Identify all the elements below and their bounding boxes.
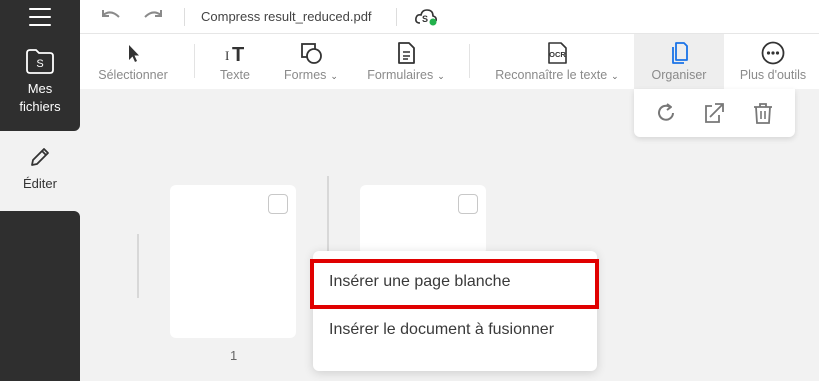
menu-item-insert-merge-document[interactable]: Insérer le document à fusionner xyxy=(329,321,554,339)
svg-text:OCR: OCR xyxy=(549,50,566,59)
tool-text[interactable]: I T Texte xyxy=(206,34,264,89)
tool-more-label: Plus d'outils xyxy=(739,68,807,82)
toolbar-divider xyxy=(194,44,195,78)
folder-icon: S xyxy=(26,49,54,74)
page-checkbox[interactable] xyxy=(268,194,288,214)
tool-organize-label: Organiser xyxy=(651,68,707,82)
tool-ocr[interactable]: OCR Reconnaître le texte ⌄ xyxy=(488,34,626,89)
organize-pages-icon xyxy=(672,42,688,64)
tool-shapes-text: Formes xyxy=(284,68,327,82)
insert-divider[interactable] xyxy=(137,234,139,298)
shapes-icon xyxy=(301,43,322,64)
chevron-down-icon: ⌄ xyxy=(437,71,445,81)
extract-icon[interactable] xyxy=(702,101,726,125)
svg-text:I: I xyxy=(225,48,229,63)
cursor-icon xyxy=(129,45,139,62)
page-checkbox[interactable] xyxy=(458,194,478,214)
sidebar-bottom-panel xyxy=(0,211,80,381)
page-number: 1 xyxy=(230,348,238,363)
organize-popup xyxy=(634,89,795,137)
tool-shapes[interactable]: Formes ⌄ xyxy=(276,34,346,89)
app-window: S Mes fichiers Éditer Compress result_re… xyxy=(0,0,819,381)
highlight-box xyxy=(310,259,599,309)
chevron-down-icon: ⌄ xyxy=(330,71,338,81)
tool-organize[interactable]: Organiser xyxy=(634,34,724,89)
rotate-icon[interactable] xyxy=(654,101,678,125)
tool-ocr-text: Reconnaître le texte xyxy=(495,68,608,82)
edit-label: Éditer xyxy=(23,176,57,191)
insert-divider[interactable] xyxy=(327,176,329,254)
tool-forms[interactable]: Formulaires ⌄ xyxy=(360,34,452,89)
topbar-divider xyxy=(184,8,185,26)
chevron-down-icon: ⌄ xyxy=(611,71,619,81)
main-toolbar: Sélectionner I T Texte Formes ⌄ Formulair… xyxy=(80,34,819,89)
tool-forms-text: Formulaires xyxy=(367,68,434,82)
page-thumbnail-1[interactable] xyxy=(170,185,296,338)
file-name: Compress result_reduced.pdf xyxy=(201,9,372,24)
svg-text:S: S xyxy=(36,58,43,70)
form-document-icon xyxy=(398,42,415,64)
my-files-button[interactable]: S Mes fichiers xyxy=(0,44,80,124)
cloud-sync-icon[interactable]: S xyxy=(414,7,438,27)
toolbar-divider xyxy=(469,44,470,78)
more-options-icon xyxy=(761,41,785,65)
tool-text-label: Texte xyxy=(220,68,250,82)
tool-more[interactable]: Plus d'outils xyxy=(732,34,814,89)
left-sidebar: S Mes fichiers Éditer xyxy=(0,0,80,381)
title-bar: Compress result_reduced.pdf S xyxy=(80,0,819,34)
delete-icon[interactable] xyxy=(751,101,775,125)
my-files-label: Mes fichiers xyxy=(19,81,61,114)
tool-ocr-label: Reconnaître le texte ⌄ xyxy=(488,68,626,82)
text-icon: I T xyxy=(225,44,244,65)
undo-icon[interactable] xyxy=(100,6,122,26)
tool-forms-label: Formulaires ⌄ xyxy=(360,68,452,82)
edit-button[interactable]: Éditer xyxy=(0,141,80,201)
tool-select[interactable]: Sélectionner xyxy=(90,34,176,89)
ocr-icon: OCR xyxy=(548,42,567,64)
page-thumbnail-2[interactable] xyxy=(360,185,486,255)
svg-text:S: S xyxy=(422,14,428,24)
hamburger-icon[interactable] xyxy=(29,8,51,26)
tool-select-label: Sélectionner xyxy=(98,68,168,82)
redo-icon[interactable] xyxy=(142,6,164,26)
pencil-icon xyxy=(31,148,49,166)
tool-shapes-label: Formes ⌄ xyxy=(276,68,346,82)
topbar-divider xyxy=(396,8,397,26)
svg-text:T: T xyxy=(232,44,244,65)
